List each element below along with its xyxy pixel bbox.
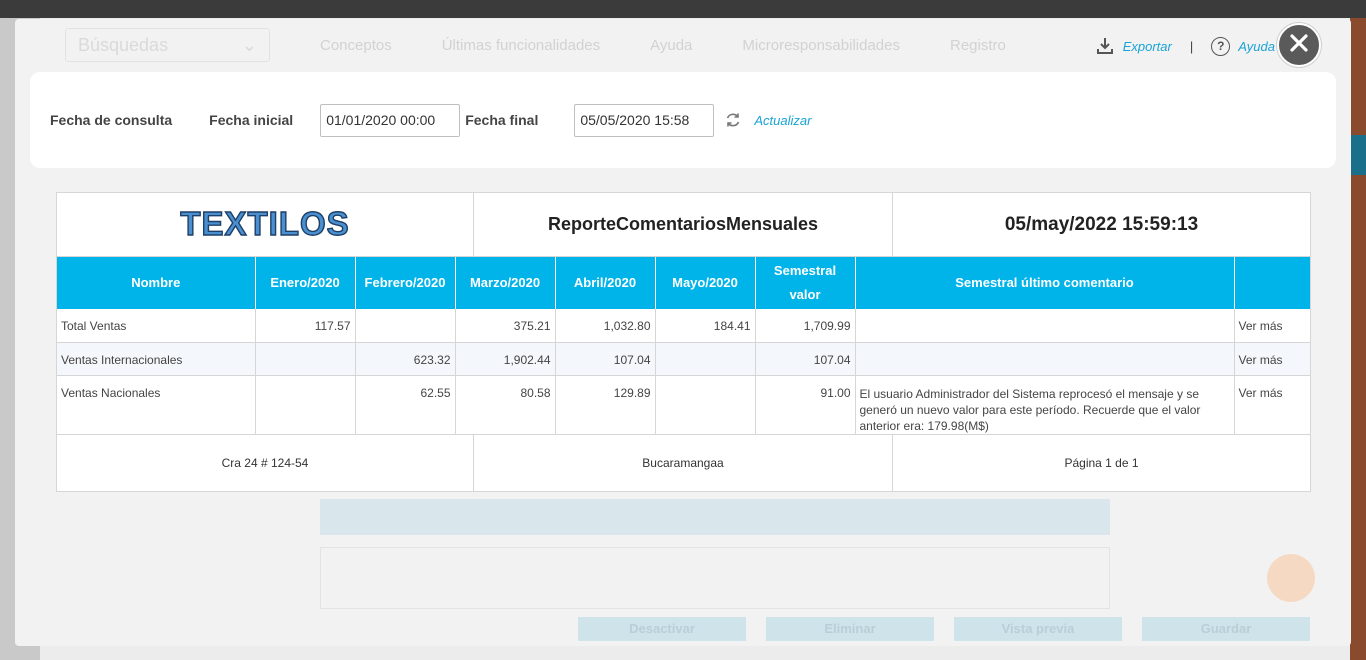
end-date-input[interactable] bbox=[574, 103, 715, 137]
ghost-nav-item: Últimas funcionalidades bbox=[441, 36, 601, 54]
report-table: Nombre Enero/2020 Febrero/2020 Marzo/202… bbox=[57, 257, 1310, 435]
table-row: Ventas Nacionales 62.55 80.58 129.89 91.… bbox=[57, 375, 1310, 435]
background-right-accent bbox=[1350, 135, 1366, 175]
help-link[interactable]: Ayuda bbox=[1238, 39, 1275, 54]
download-icon[interactable] bbox=[1095, 36, 1115, 56]
ghost-search-placeholder: Búsquedas bbox=[78, 34, 169, 55]
cell-marzo: 1,902.44 bbox=[455, 342, 556, 376]
footer-city: Bucaramangaa bbox=[474, 434, 893, 491]
end-date-label: Fecha final bbox=[465, 112, 539, 128]
cell-mayo bbox=[655, 375, 756, 435]
ghost-table-header bbox=[320, 499, 1110, 535]
report-modal: Búsquedas ⌄ Conceptos Últimas funcionali… bbox=[15, 19, 1351, 646]
row-name: Total Ventas bbox=[57, 309, 256, 343]
row-name: Ventas Internacionales bbox=[57, 342, 256, 376]
cell-febrero bbox=[355, 309, 456, 343]
ghost-button-row: Desactivar Eliminar Vista previa Guardar bbox=[578, 617, 1310, 641]
report-document: TEXTILOS ReporteComentariosMensuales 05/… bbox=[56, 192, 1311, 492]
help-icon[interactable]: ? bbox=[1211, 36, 1231, 56]
modal-top-actions: Exportar | ? Ayuda bbox=[1095, 32, 1275, 60]
ghost-nav-item: Ayuda bbox=[650, 36, 693, 54]
cell-marzo: 375.21 bbox=[455, 309, 556, 343]
cell-mayo: 184.41 bbox=[655, 309, 756, 343]
table-header-row: Nombre Enero/2020 Febrero/2020 Marzo/202… bbox=[57, 257, 1310, 309]
cell-marzo: 80.58 bbox=[455, 375, 556, 435]
row-name: Ventas Nacionales bbox=[57, 375, 256, 435]
ghost-button: Desactivar bbox=[578, 617, 746, 641]
ver-mas-link[interactable]: Ver más bbox=[1234, 342, 1310, 376]
report-title: ReporteComentariosMensuales bbox=[474, 193, 893, 256]
table-row: Ventas Internacionales 623.32 1,902.44 1… bbox=[57, 342, 1310, 376]
cell-abril: 129.89 bbox=[555, 375, 656, 435]
background-top-strip bbox=[0, 0, 1366, 18]
cell-comment bbox=[855, 342, 1235, 376]
close-icon bbox=[1289, 33, 1309, 58]
cell-enero bbox=[255, 375, 356, 435]
query-date-label: Fecha de consulta bbox=[50, 112, 173, 128]
cell-comment: El usuario Administrador del Sistema rep… bbox=[855, 375, 1235, 435]
ghost-nav-item: Registro bbox=[950, 36, 1006, 54]
column-header: Semestral valor bbox=[755, 257, 856, 309]
ghost-button: Vista previa bbox=[954, 617, 1122, 641]
date-filter-panel: Fecha de consulta Fecha inicial Fecha fi… bbox=[30, 72, 1336, 168]
toolbar-separator: | bbox=[1189, 38, 1194, 54]
column-header: Marzo/2020 bbox=[455, 257, 556, 309]
textilos-logo: TEXTILOS bbox=[180, 205, 350, 243]
ghost-button: Eliminar bbox=[766, 617, 934, 641]
footer-address: Cra 24 # 124-54 bbox=[57, 434, 474, 491]
cell-enero: 117.57 bbox=[255, 309, 356, 343]
chevron-down-icon: ⌄ bbox=[241, 34, 257, 55]
column-header: Mayo/2020 bbox=[655, 257, 756, 309]
background-right-edge bbox=[1350, 18, 1366, 660]
table-row: Total Ventas 117.57 375.21 1,032.80 184.… bbox=[57, 309, 1310, 343]
cell-mayo bbox=[655, 342, 756, 376]
company-logo: TEXTILOS bbox=[57, 193, 474, 256]
ver-mas-link[interactable]: Ver más bbox=[1234, 309, 1310, 343]
ghost-search-box: Búsquedas ⌄ bbox=[65, 28, 270, 62]
ghost-button: Guardar bbox=[1142, 617, 1310, 641]
cell-semestral: 91.00 bbox=[755, 375, 856, 435]
logo-text: TEXTILOS bbox=[180, 205, 349, 242]
column-header: Enero/2020 bbox=[255, 257, 356, 309]
export-link[interactable]: Exportar bbox=[1123, 39, 1172, 54]
cell-febrero: 623.32 bbox=[355, 342, 456, 376]
cell-abril: 107.04 bbox=[555, 342, 656, 376]
cell-semestral: 1,709.99 bbox=[755, 309, 856, 343]
ghost-table-body bbox=[320, 547, 1110, 609]
start-date-label: Fecha inicial bbox=[209, 112, 294, 128]
refresh-icon[interactable] bbox=[724, 111, 742, 129]
report-footer: Cra 24 # 124-54 Bucaramangaa Página 1 de… bbox=[57, 434, 1310, 491]
column-header: Semestral último comentario bbox=[855, 257, 1235, 309]
report-header: TEXTILOS ReporteComentariosMensuales 05/… bbox=[57, 193, 1310, 257]
column-header bbox=[1234, 257, 1310, 309]
footer-pagination: Página 1 de 1 bbox=[1064, 455, 1139, 470]
cell-febrero: 62.55 bbox=[355, 375, 456, 435]
cell-abril: 1,032.80 bbox=[555, 309, 656, 343]
start-date-input[interactable] bbox=[320, 103, 461, 137]
ghost-nav-item: Conceptos bbox=[320, 36, 392, 54]
ghost-plus-fab bbox=[1267, 554, 1315, 602]
column-header: Febrero/2020 bbox=[355, 257, 456, 309]
report-datetime: 05/may/2022 15:59:13 bbox=[1004, 213, 1199, 235]
cell-semestral: 107.04 bbox=[755, 342, 856, 376]
close-button[interactable] bbox=[1277, 23, 1321, 67]
refresh-link[interactable]: Actualizar bbox=[754, 113, 811, 128]
ghost-nav-item: Microresponsabilidades bbox=[742, 36, 900, 54]
ver-mas-link[interactable]: Ver más bbox=[1234, 375, 1310, 435]
cell-enero bbox=[255, 342, 356, 376]
column-header: Nombre bbox=[57, 257, 256, 309]
cell-comment bbox=[855, 309, 1235, 343]
column-header: Abril/2020 bbox=[555, 257, 656, 309]
